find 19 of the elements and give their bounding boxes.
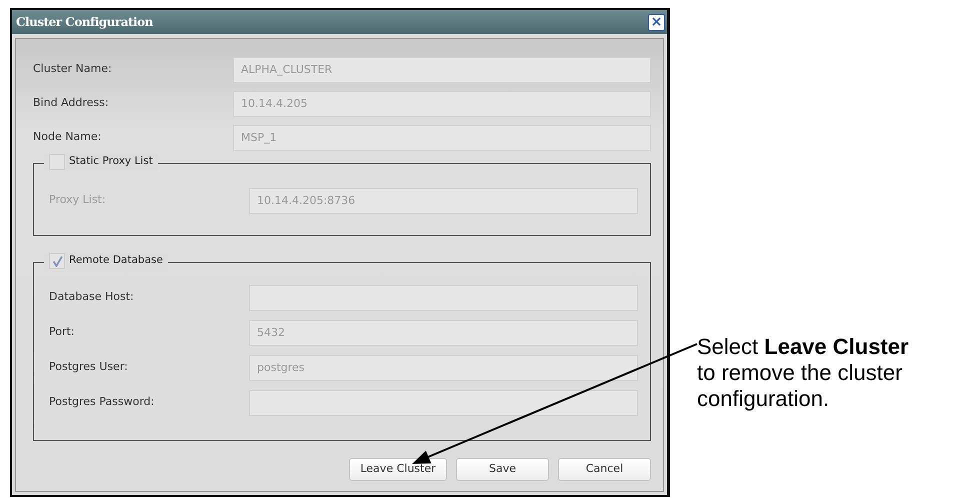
checkbox[interactable] [49, 154, 65, 170]
field-label: Postgres Password: [49, 394, 156, 410]
callout-text: Select Leave Cluster to remove the cluster configuration. [697, 334, 910, 412]
group-label: Static Proxy List [69, 154, 153, 170]
cancel-button[interactable]: Cancel [558, 458, 651, 481]
field-label: Proxy List: [49, 192, 107, 208]
leave-button[interactable]: Leave Cluster [349, 458, 447, 481]
group-label: Remote Database [69, 253, 163, 268]
field-label: Node Name: [33, 129, 102, 146]
field-label: Port: [49, 324, 76, 340]
save-button[interactable]: Save [456, 458, 549, 481]
window-title: Cluster Configuration [16, 14, 153, 31]
field-label: Postgres User: [49, 359, 129, 376]
field-label: Database Host: [49, 289, 135, 306]
checkbox[interactable] [49, 253, 65, 269]
field-label: Cluster Name: [33, 61, 113, 78]
close-button[interactable]: × [648, 14, 665, 30]
check-icon [52, 256, 62, 266]
field-label: Bind Address: [33, 95, 110, 112]
